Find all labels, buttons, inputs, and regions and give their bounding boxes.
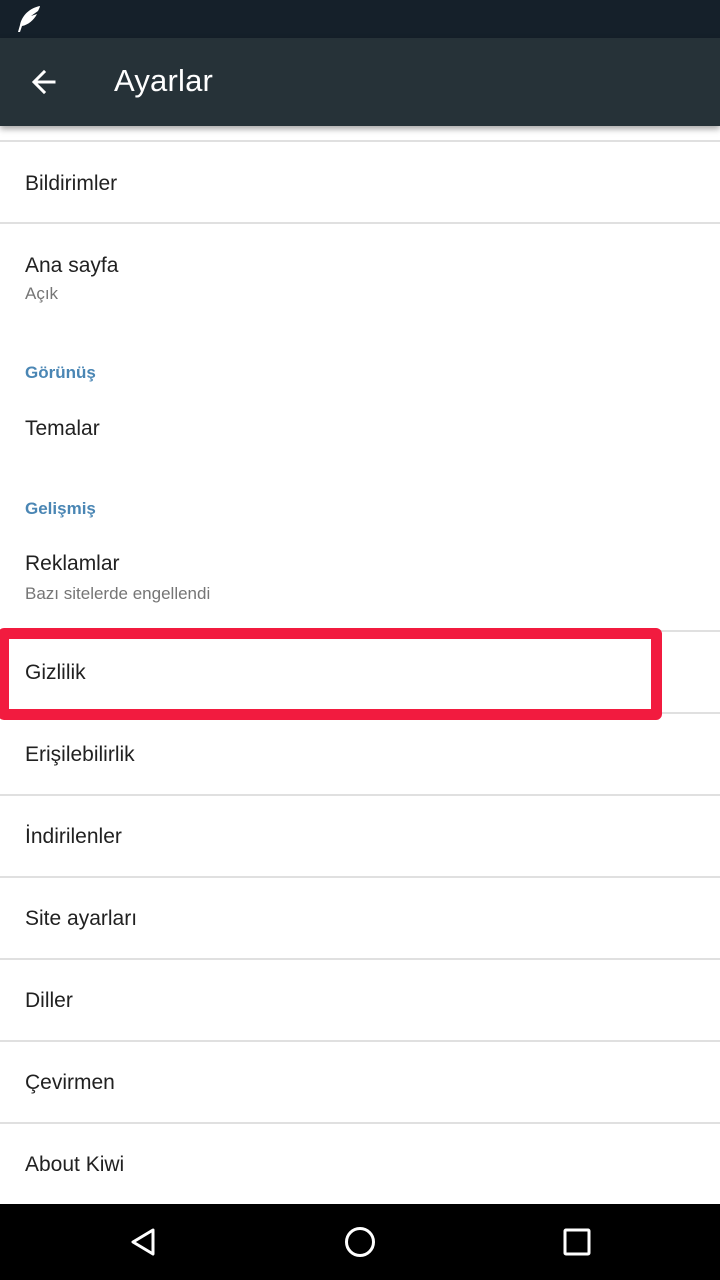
settings-item-label: Diller bbox=[25, 989, 73, 1012]
settings-item-diller[interactable]: Diller bbox=[0, 960, 720, 1040]
settings-item-label: Reklamlar bbox=[25, 552, 120, 575]
settings-item-reklamlar[interactable]: Reklamlar Bazı sitelerde engellendi bbox=[0, 530, 720, 630]
settings-item-summary: Bazı sitelerde engellendi bbox=[25, 584, 211, 603]
settings-item-label: Gizlilik bbox=[25, 661, 86, 684]
settings-item-label: Bildirimler bbox=[25, 172, 118, 195]
settings-item-about-kiwi[interactable]: About Kiwi bbox=[0, 1124, 720, 1204]
section-header-gorunus: Görünüş bbox=[25, 363, 96, 382]
settings-item-gizlilik[interactable]: Gizlilik bbox=[0, 632, 720, 712]
circle-home-icon[interactable] bbox=[342, 1224, 378, 1260]
status-bar bbox=[0, 0, 720, 38]
settings-item-bildirimler[interactable]: Bildirimler bbox=[0, 142, 720, 222]
triangle-back-icon[interactable] bbox=[126, 1224, 162, 1260]
settings-item-ana-sayfa[interactable]: Ana sayfa Açık bbox=[0, 224, 720, 320]
arrow-left-icon[interactable] bbox=[26, 64, 62, 100]
settings-item-cevirmen[interactable]: Çevirmen bbox=[0, 1042, 720, 1122]
settings-item-label: İndirilenler bbox=[25, 825, 122, 848]
settings-list: Bildirimler Ana sayfa Açık Görünüş Temal… bbox=[0, 126, 720, 1204]
settings-item-label: Ana sayfa bbox=[25, 254, 119, 277]
settings-item-label: Çevirmen bbox=[25, 1071, 115, 1094]
settings-item-label: Erişilebilirlik bbox=[25, 743, 135, 766]
app-bar: Ayarlar bbox=[0, 38, 720, 126]
settings-item-label: Temalar bbox=[25, 417, 100, 440]
feather-icon bbox=[18, 6, 40, 32]
page-title: Ayarlar bbox=[114, 63, 214, 98]
settings-item-indirilenler[interactable]: İndirilenler bbox=[0, 796, 720, 876]
system-nav-bar bbox=[0, 1204, 720, 1280]
settings-item-site-ayarlari[interactable]: Site ayarları bbox=[0, 878, 720, 958]
section-header-gelismis: Gelişmiş bbox=[25, 499, 96, 518]
settings-item-temalar[interactable]: Temalar bbox=[0, 396, 720, 466]
square-recents-icon[interactable] bbox=[559, 1224, 595, 1260]
settings-item-label: Site ayarları bbox=[25, 907, 138, 930]
settings-item-erisilebilirlik[interactable]: Erişilebilirlik bbox=[0, 714, 720, 794]
settings-item-summary: Açık bbox=[25, 284, 59, 303]
settings-item-label: About Kiwi bbox=[25, 1153, 125, 1176]
